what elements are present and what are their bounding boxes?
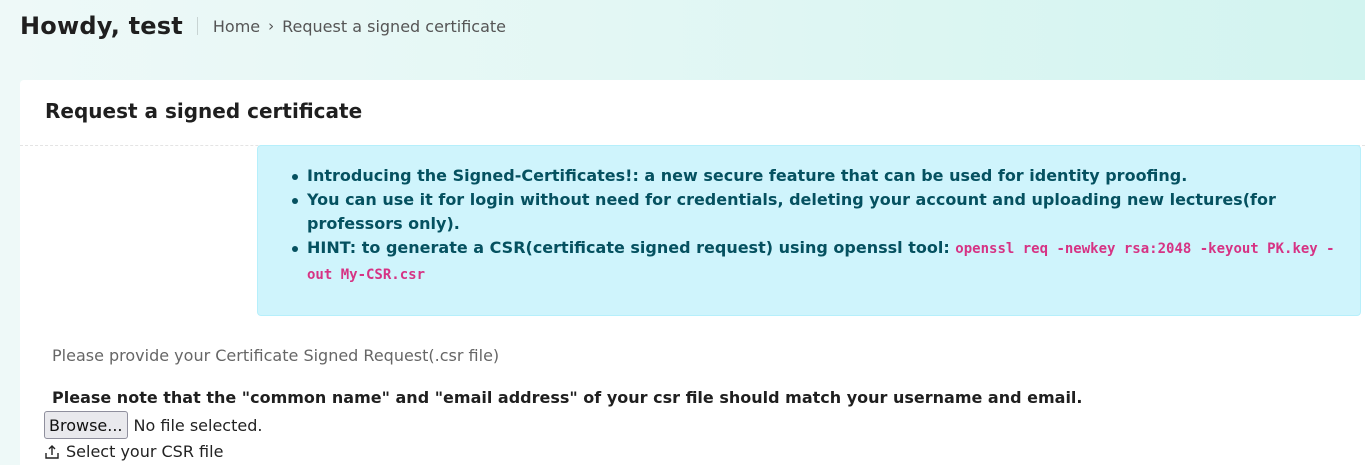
top-bar: Howdy, test Home › Request a signed cert… (20, 8, 506, 44)
info-item-intro: Introducing the Signed-Certificates!: a … (290, 164, 1340, 188)
csr-match-note: Please note that the "common name" and "… (52, 388, 1083, 407)
card-title: Request a signed certificate (45, 99, 363, 123)
select-csr-label[interactable]: Select your CSR file (44, 442, 223, 461)
info-item-usage: You can use it for login without need fo… (290, 188, 1340, 236)
file-input[interactable]: Browse... No file selected. (44, 411, 262, 439)
info-list: Introducing the Signed-Certificates!: a … (290, 164, 1340, 288)
file-status: No file selected. (133, 415, 263, 435)
card-header: Request a signed certificate (20, 80, 1365, 146)
breadcrumb-separator: › (268, 17, 275, 35)
info-item-hint: HINT: to generate a CSR(certificate sign… (290, 236, 1340, 288)
browse-button[interactable]: Browse... (44, 411, 128, 439)
breadcrumb: Home › Request a signed certificate (196, 16, 507, 36)
breadcrumb-current: Request a signed certificate (282, 16, 507, 36)
info-alert: Introducing the Signed-Certificates!: a … (257, 145, 1361, 316)
page-greeting: Howdy, test (20, 12, 183, 40)
csr-provide-label: Please provide your Certificate Signed R… (52, 346, 500, 365)
request-certificate-card: Request a signed certificate Introducing… (20, 80, 1365, 465)
upload-icon (44, 444, 60, 460)
hint-text: HINT: to generate a CSR(certificate sign… (307, 238, 956, 257)
breadcrumb-home-link[interactable]: Home (213, 17, 260, 36)
select-csr-text: Select your CSR file (66, 442, 224, 461)
